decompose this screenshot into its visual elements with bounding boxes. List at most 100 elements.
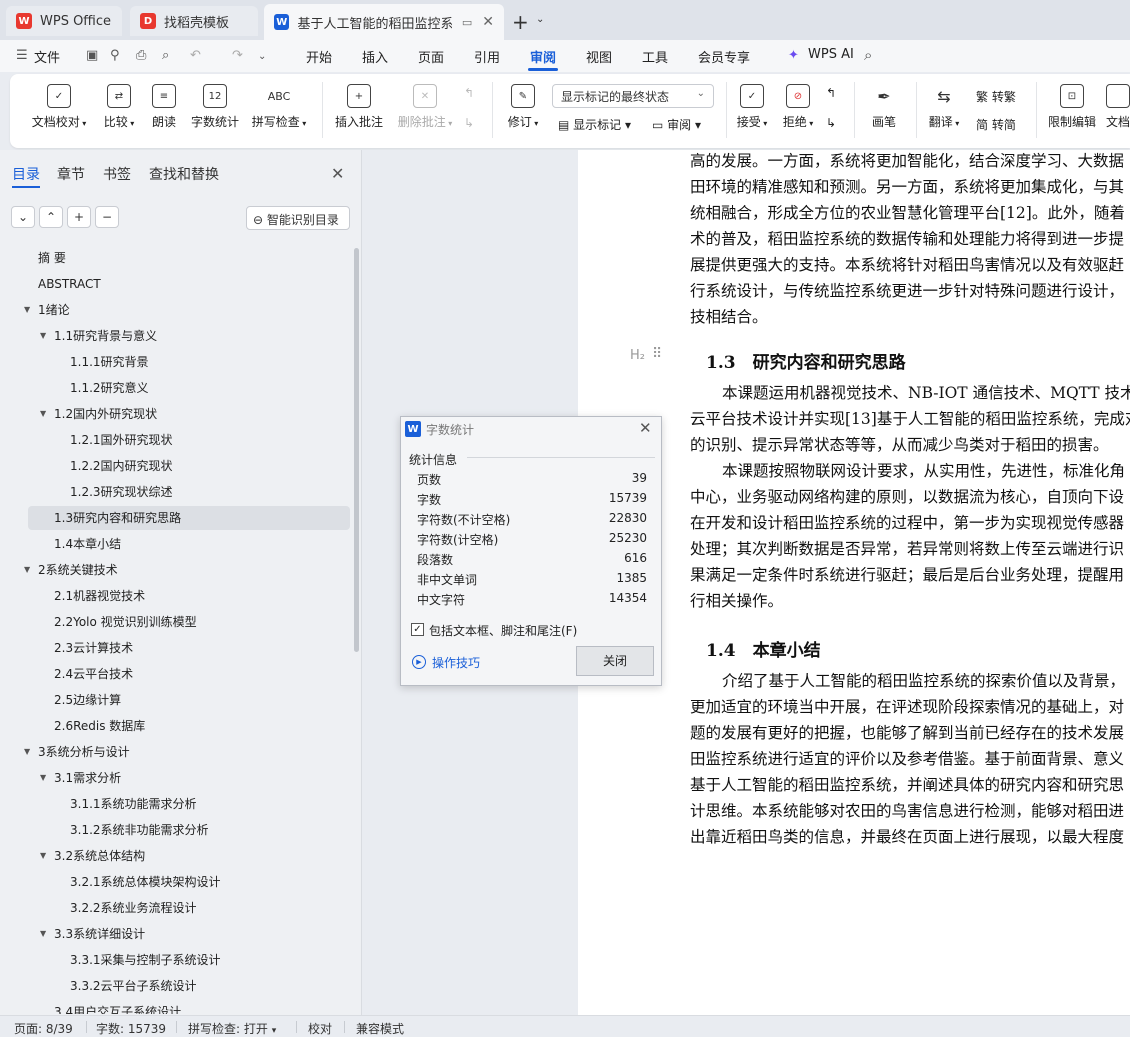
review-pane-button[interactable]: ▭ 审阅 ▾	[652, 116, 701, 133]
menu-review[interactable]: 审阅	[530, 47, 556, 66]
doc-more-button[interactable]: 文档	[1106, 84, 1130, 130]
add-heading-button[interactable]: +	[67, 206, 91, 228]
next-comment-icon[interactable]: ↳	[464, 116, 474, 130]
collapse-all-button[interactable]: ⌄	[11, 206, 35, 228]
expand-arrow-icon[interactable]: ▼	[24, 558, 30, 582]
revise-button[interactable]: ✎ 修订 ▾	[502, 84, 544, 130]
toc-item[interactable]: ▼ 2系统关键技术	[24, 558, 350, 582]
nav-scrollbar[interactable]	[354, 248, 359, 652]
nav-tab-chapters[interactable]: 章节	[57, 164, 85, 184]
chevron-down-icon[interactable]: ⌄	[536, 14, 544, 25]
print-icon[interactable]: ⎙	[136, 48, 146, 63]
to-simplified-button[interactable]: 简 转简	[976, 116, 1016, 133]
accept-button[interactable]: ✓ 接受 ▾	[732, 84, 772, 130]
toc-item[interactable]: 1.4本章小结	[28, 532, 350, 556]
close-icon[interactable]: ✕	[331, 164, 344, 183]
toc-item[interactable]: 2.4云平台技术	[28, 662, 350, 686]
toc-item[interactable]: 3.3.1采集与控制子系统设计	[28, 948, 350, 972]
toc-item[interactable]: 1.2.2国内研究现状	[28, 454, 350, 478]
delete-comment-button[interactable]: ✕ 删除批注 ▾	[394, 84, 456, 130]
toc-item[interactable]: 2.2Yolo 视觉识别训练模型	[28, 610, 350, 634]
hamburger-icon[interactable]: ☰	[16, 48, 28, 63]
chevron-down-icon[interactable]: ⌄	[258, 51, 266, 62]
toc-item[interactable]: 2.6Redis 数据库	[28, 714, 350, 738]
close-icon[interactable]: ✕	[639, 419, 652, 437]
search-icon[interactable]: ⌕	[864, 46, 872, 64]
proof-status[interactable]: 校对	[308, 1020, 332, 1037]
doc-check-button[interactable]: ✓ 文档校对 ▾	[28, 84, 90, 130]
include-textbox-label[interactable]: 包括文本框、脚注和尾注(F)	[429, 622, 577, 639]
redo-icon[interactable]: ↷	[232, 48, 243, 63]
toc-item[interactable]: 1.2.1国外研究现状	[28, 428, 350, 452]
menu-file[interactable]: 文件	[34, 47, 60, 66]
toc-item[interactable]: 1.1.1研究背景	[28, 350, 350, 374]
toc-item[interactable]: 2.5边缘计算	[28, 688, 350, 712]
toc-item[interactable]: ▼ 1.2国内外研究现状	[28, 402, 350, 426]
expand-arrow-icon[interactable]: ▼	[40, 402, 46, 426]
nav-tab-toc[interactable]: 目录	[12, 164, 40, 184]
menu-wps-ai[interactable]: WPS AI	[808, 47, 854, 62]
close-dialog-button[interactable]: 关闭	[576, 646, 654, 676]
menu-view[interactable]: 视图	[586, 47, 612, 66]
menu-insert[interactable]: 插入	[362, 47, 388, 66]
include-textbox-checkbox[interactable]: ✓	[411, 623, 424, 636]
new-tab-plus-icon[interactable]: +	[512, 10, 529, 34]
spell-check-status[interactable]: 拼写检查: 打开 ▾	[188, 1020, 276, 1037]
tab-document[interactable]: W 基于人工智能的稻田监控系统 ▭ ✕	[264, 4, 504, 40]
expand-arrow-icon[interactable]: ▼	[40, 324, 46, 348]
menu-tools[interactable]: 工具	[642, 47, 668, 66]
toc-item[interactable]: 3.4用户交互子系统设计	[28, 1000, 350, 1014]
expand-arrow-icon[interactable]: ▼	[24, 298, 30, 322]
tab-docer[interactable]: D 找稻壳模板	[130, 6, 258, 36]
menu-page[interactable]: 页面	[418, 47, 444, 66]
play-circle-icon[interactable]: ▶	[412, 655, 426, 669]
toc-item[interactable]: ▼ 3.2系统总体结构	[28, 844, 350, 868]
nav-tab-bookmarks[interactable]: 书签	[103, 164, 131, 184]
expand-arrow-icon[interactable]: ▼	[40, 922, 46, 946]
toc-item[interactable]: 摘 要	[28, 246, 350, 270]
restrict-edit-button[interactable]: ⊡ 限制编辑	[1046, 84, 1098, 130]
prev-change-icon[interactable]: ↰	[826, 86, 836, 100]
expand-arrow-icon[interactable]: ▼	[40, 844, 46, 868]
expand-arrow-icon[interactable]: ▼	[40, 766, 46, 790]
monitor-icon[interactable]: ▭	[462, 16, 472, 29]
tips-link[interactable]: 操作技巧	[432, 654, 480, 671]
next-change-icon[interactable]: ↳	[826, 116, 836, 130]
read-aloud-button[interactable]: ≡ 朗读	[146, 84, 182, 130]
show-markup-button[interactable]: ▤ 显示标记 ▾	[558, 116, 631, 133]
close-tab-icon[interactable]: ✕	[482, 14, 494, 30]
toc-item[interactable]: ▼ 3.1需求分析	[28, 766, 350, 790]
toc-item[interactable]: 2.1机器视觉技术	[28, 584, 350, 608]
toc-item[interactable]: ABSTRACT	[28, 272, 350, 296]
toc-item[interactable]: 3.2.2系统业务流程设计	[28, 896, 350, 920]
toc-item[interactable]: 2.3云计算技术	[28, 636, 350, 660]
translate-button[interactable]: ⇆ 翻译 ▾	[924, 84, 964, 130]
toc-item[interactable]: ▼ 1.1研究背景与意义	[28, 324, 350, 348]
toc-item[interactable]: 1.3研究内容和研究思路	[28, 506, 350, 530]
tab-wps-office[interactable]: W WPS Office	[6, 6, 122, 36]
toc-item[interactable]: 3.2.1系统总体模块架构设计	[28, 870, 350, 894]
print-preview-icon[interactable]: ⌕	[162, 48, 169, 63]
nav-tab-find-replace[interactable]: 查找和替换	[149, 164, 219, 184]
smart-toc-button[interactable]: ⊖ 智能识别目录	[246, 206, 350, 230]
toc-item[interactable]: 3.1.1系统功能需求分析	[28, 792, 350, 816]
save-icon[interactable]: ▣	[86, 48, 98, 63]
menu-reference[interactable]: 引用	[474, 47, 500, 66]
toc-item[interactable]: 3.1.2系统非功能需求分析	[28, 818, 350, 842]
markup-mode-select[interactable]: 显示标记的最终状态 ⌄	[552, 84, 714, 108]
ink-button[interactable]: ✒ 画笔	[868, 84, 900, 130]
toc-item[interactable]: 1.2.3研究现状综述	[28, 480, 350, 504]
page-indicator[interactable]: 页面: 8/39	[14, 1020, 73, 1037]
to-traditional-button[interactable]: 繁 转繁	[976, 88, 1016, 105]
toc-item[interactable]: ▼ 1绪论	[24, 298, 350, 322]
word-count-status[interactable]: 字数: 15739	[96, 1020, 166, 1037]
remove-heading-button[interactable]: −	[95, 206, 119, 228]
undo-icon[interactable]: ↶	[190, 48, 201, 63]
word-count-button[interactable]: 12 字数统计	[188, 84, 242, 130]
reject-button[interactable]: ⊘ 拒绝 ▾	[778, 84, 818, 130]
share-icon[interactable]: ⚲	[110, 48, 120, 63]
expand-arrow-icon[interactable]: ▼	[24, 740, 30, 764]
insert-comment-button[interactable]: + 插入批注	[332, 84, 386, 130]
menu-start[interactable]: 开始	[306, 47, 332, 66]
toc-item[interactable]: ▼ 3系统分析与设计	[24, 740, 350, 764]
